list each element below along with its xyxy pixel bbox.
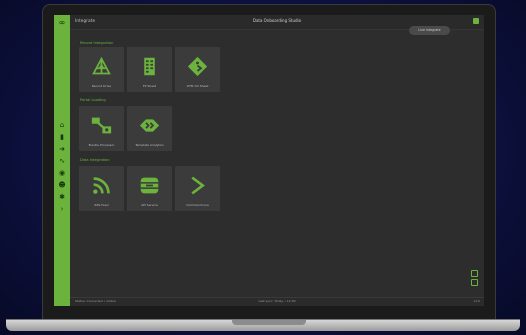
- page-title: Data Onboarding Studio: [252, 18, 302, 23]
- tile-label: Record Drive: [91, 84, 112, 88]
- live-pill-button[interactable]: Live Integrate: [409, 26, 450, 35]
- search-icon[interactable]: [471, 270, 478, 277]
- flow-icon: [91, 117, 112, 134]
- tile-label: Bundle Processor: [88, 143, 115, 147]
- eye-icon[interactable]: ◉: [54, 167, 70, 179]
- status-text-center: Last sync: Today • 12:00: [258, 299, 296, 303]
- section-title-data: Data Integration: [80, 158, 110, 162]
- tile-label: API Service: [141, 203, 158, 207]
- prompt-icon: [191, 176, 205, 195]
- tile-label: RSS Feed: [94, 203, 109, 207]
- tile-api-service[interactable]: API Service: [127, 166, 172, 211]
- app-window: ∞ ⌂ ▮ ➜ ∿ ◉ ☻ ✱ › Integrate Data Onboard…: [54, 15, 484, 306]
- terminal-icon[interactable]: ›: [54, 203, 70, 215]
- gear-icon[interactable]: ✱: [54, 191, 70, 203]
- tile-fp-sheet[interactable]: FP Sheet: [127, 47, 172, 92]
- tile-rss-feed[interactable]: RSS Feed: [79, 166, 124, 211]
- server-icon: [140, 177, 159, 194]
- status-bar: Status: Connected • Online Last sync: To…: [70, 297, 484, 306]
- tile-command-line[interactable]: Command Line: [175, 166, 220, 211]
- tile-otm-sheet[interactable]: OTM CD Sheet: [175, 47, 220, 92]
- link-icon[interactable]: ∿: [54, 155, 70, 167]
- square-icon[interactable]: [473, 18, 479, 24]
- laptop-notch: [232, 320, 306, 325]
- sheet-icon: [144, 57, 155, 76]
- chevrons-icon: [139, 119, 160, 132]
- home-icon[interactable]: ⌂: [54, 119, 70, 131]
- arrow-icon[interactable]: ➜: [54, 143, 70, 155]
- tile-bundle-processor[interactable]: Bundle Processor: [79, 106, 124, 151]
- folder-icon[interactable]: [471, 279, 478, 286]
- tile-label: Command Line: [186, 203, 209, 207]
- tile-label: FP Sheet: [142, 84, 157, 88]
- rss-icon: [93, 177, 110, 194]
- section-title-portal: Portal Loading: [80, 98, 106, 102]
- tile-template-analytics[interactable]: Template Analytics: [127, 106, 172, 151]
- file-icon[interactable]: ▮: [54, 131, 70, 143]
- status-text-right: v1.0: [473, 299, 480, 303]
- tent-icon: [92, 56, 111, 75]
- tile-label: OTM CD Sheet: [186, 84, 209, 88]
- app-logo-icon[interactable]: ∞: [56, 18, 68, 27]
- tile-record-drive[interactable]: Record Drive: [79, 47, 124, 92]
- section-title-record: Record Integration: [80, 41, 114, 45]
- diamond-icon: [187, 56, 208, 77]
- left-sidebar: ∞ ⌂ ▮ ➜ ∿ ◉ ☻ ✱ ›: [54, 15, 70, 306]
- tile-label: Template Analytics: [135, 143, 164, 147]
- users-icon[interactable]: ☻: [54, 179, 70, 191]
